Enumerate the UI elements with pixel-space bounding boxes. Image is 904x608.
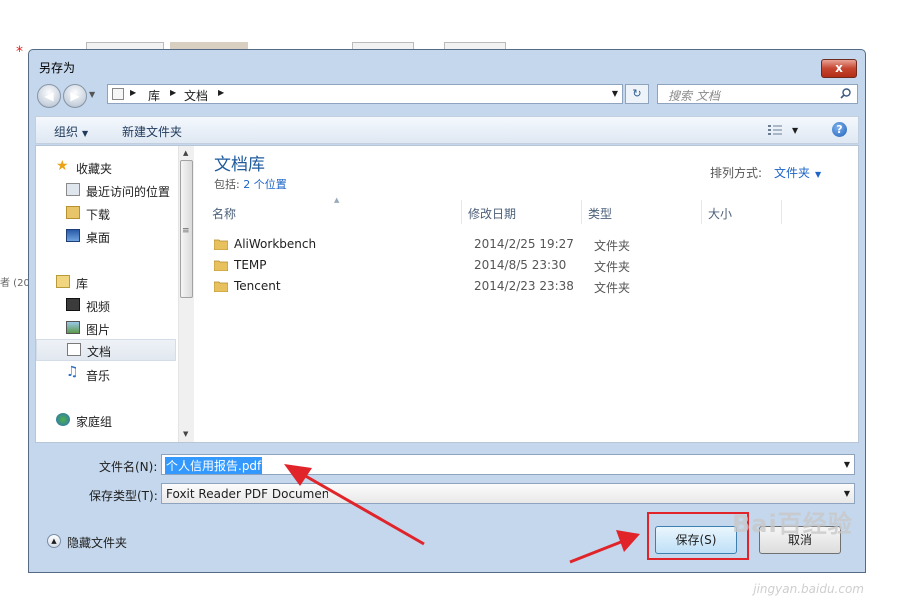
watermark-text: jingyan.baidu.com	[753, 582, 864, 596]
annotation-arrow-filename	[284, 464, 425, 546]
annotation-arrow-save	[569, 530, 640, 564]
watermark-logo: Bai百经验	[732, 510, 853, 538]
